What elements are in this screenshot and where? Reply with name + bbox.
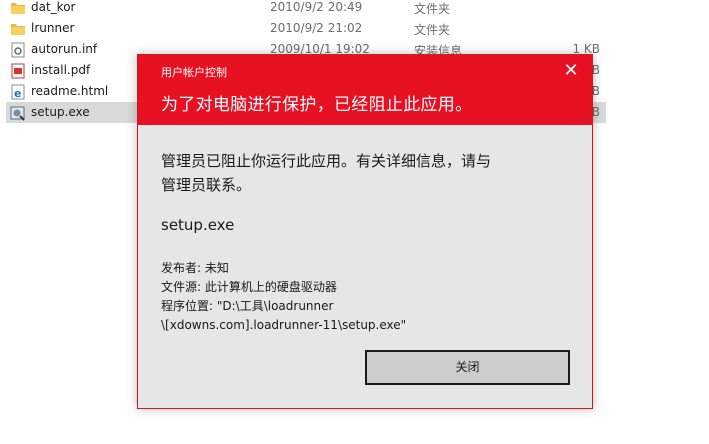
- svg-text:e: e: [14, 87, 21, 100]
- publisher-label: 发布者: 未知: [161, 261, 229, 275]
- file-date: 2010/9/2 20:49: [270, 0, 363, 14]
- close-button[interactable]: 关闭: [365, 350, 570, 385]
- folder-icon: [10, 21, 26, 37]
- uac-dialog: 用户帐户控制 ✕ 为了对电脑进行保护，已经阻止此应用。 管理员已阻止你运行此应用…: [137, 54, 593, 409]
- file-date: 2010/9/2 21:02: [270, 21, 363, 35]
- file-name: dat_kor: [31, 0, 76, 14]
- file-size: B: [591, 84, 600, 98]
- folder-icon: [10, 0, 26, 16]
- file-source-label: 文件源: 此计算机上的硬盘驱动器: [161, 280, 337, 294]
- uac-dialog-header: 用户帐户控制 ✕ 为了对电脑进行保护，已经阻止此应用。: [138, 55, 592, 125]
- settings-file-icon: [10, 42, 26, 58]
- file-row[interactable]: dat_kor 2010/9/2 20:49 文件夹: [6, 0, 606, 18]
- pdf-file-icon: [10, 63, 26, 79]
- dialog-headline: 为了对电脑进行保护，已经阻止此应用。: [161, 95, 473, 115]
- installer-file-icon: [10, 105, 26, 121]
- file-type: 文件夹: [414, 2, 451, 16]
- file-name: setup.exe: [31, 105, 90, 119]
- file-name: install.pdf: [31, 63, 91, 77]
- html-file-icon: e: [10, 84, 26, 100]
- close-icon[interactable]: ✕: [556, 59, 586, 83]
- program-location-path: \[xdowns.com].loadrunner-11\setup.exe": [161, 318, 407, 332]
- file-row[interactable]: lrunner 2010/9/2 21:02 文件夹: [6, 18, 606, 39]
- file-size: B: [591, 63, 600, 77]
- program-name: setup.exe: [161, 216, 235, 234]
- program-details: 发布者: 未知 文件源: 此计算机上的硬盘驱动器 程序位置: "D:\工具\lo…: [161, 259, 461, 335]
- dialog-caption: 用户帐户控制: [161, 66, 227, 79]
- file-name: autorun.inf: [31, 42, 98, 56]
- file-size: B: [591, 105, 600, 119]
- file-type: 文件夹: [414, 23, 451, 37]
- dialog-message: 管理员已阻止你运行此应用。有关详细信息，请与管理员联系。: [161, 152, 492, 194]
- file-name: readme.html: [31, 84, 109, 98]
- program-location-label: 程序位置: "D:\工具\loadrunner: [161, 299, 334, 313]
- file-name: lrunner: [31, 21, 75, 35]
